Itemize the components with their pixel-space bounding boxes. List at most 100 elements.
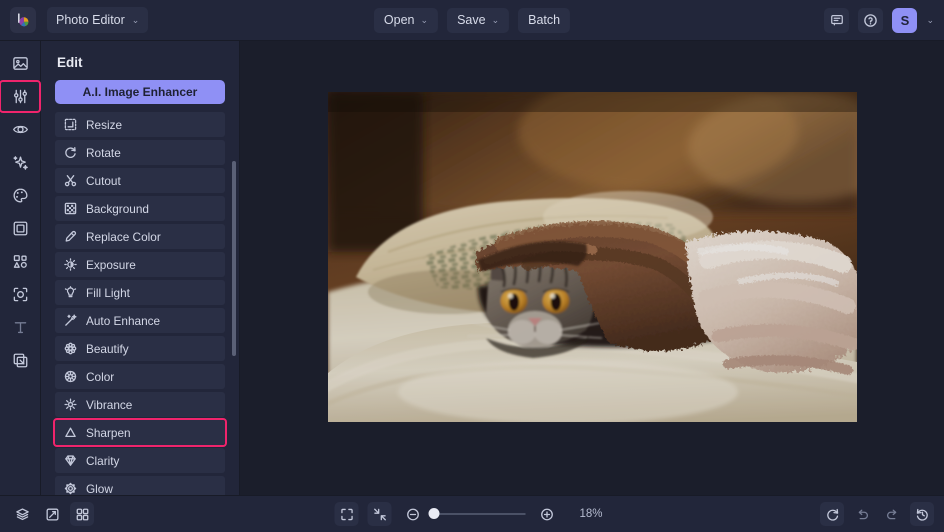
avatar-chevron-down-icon[interactable]: ⌄ — [926, 15, 934, 25]
batch-button-label: Batch — [528, 13, 561, 27]
triangle-icon — [64, 426, 77, 439]
checkerboard-icon — [64, 202, 77, 215]
rail-item-shapes[interactable] — [6, 249, 34, 274]
zoom-slider-handle[interactable] — [428, 508, 440, 519]
history-icon — [916, 508, 928, 521]
sliders-icon — [13, 89, 27, 104]
bottom-toolbar: 18% — [0, 495, 944, 532]
edit-item-color[interactable]: Color — [55, 364, 225, 389]
crop-focus-icon — [13, 287, 27, 302]
palette-icon — [13, 188, 27, 203]
eyedropper-icon — [64, 230, 77, 243]
text-icon — [14, 322, 26, 334]
save-button[interactable]: Save ⌄ — [447, 7, 510, 33]
edit-tool-list: Resize Rotate Cutout Background Replace … — [41, 112, 239, 495]
edit-item-label: Cutout — [86, 173, 121, 188]
top-toolbar: Photo Editor ⌄ Open ⌄ Save ⌄ Batch S ⌄ — [0, 0, 944, 41]
rail-item-frame[interactable] — [6, 216, 34, 241]
diamond-icon — [64, 454, 77, 467]
edit-item-label: Background — [86, 201, 149, 216]
help-button[interactable] — [858, 7, 884, 33]
reset-button[interactable] — [820, 502, 844, 526]
photo-canvas[interactable] — [327, 92, 857, 422]
avatar[interactable]: S — [892, 7, 918, 33]
rail-item-photo[interactable] — [6, 51, 34, 76]
open-button[interactable]: Open ⌄ — [373, 7, 439, 33]
undo-icon — [858, 509, 868, 519]
edit-item-rotate[interactable]: Rotate — [55, 140, 225, 165]
grid-icon — [76, 508, 88, 520]
rail-item-color[interactable] — [6, 183, 34, 208]
edit-item-label: Beautify — [86, 341, 129, 356]
color-wheel-logo-icon — [17, 12, 28, 26]
sparkle-icon — [12, 156, 28, 170]
rail-item-retouch[interactable] — [6, 117, 34, 142]
flower-icon — [64, 342, 77, 355]
top-right-tools: S ⌄ — [824, 7, 934, 33]
panel-title: Edit — [57, 55, 83, 70]
app-logo[interactable] — [10, 7, 36, 33]
frame-icon — [13, 221, 27, 236]
edit-item-exposure[interactable]: Exposure — [55, 252, 225, 277]
image-icon — [12, 57, 28, 70]
rail-item-adjust[interactable] — [0, 80, 41, 113]
grid-view-button[interactable] — [70, 502, 94, 526]
redo-icon — [886, 509, 896, 519]
compare-button[interactable] — [40, 502, 64, 526]
zoom-level-label: 18% — [579, 508, 603, 520]
chevron-down-icon: ⌄ — [420, 14, 429, 25]
expand-corners-icon — [340, 508, 353, 520]
edit-item-resize[interactable]: Resize — [55, 112, 225, 137]
rail-item-effects[interactable] — [6, 150, 34, 175]
canvas-area — [240, 41, 944, 495]
edit-item-clarity[interactable]: Clarity — [55, 448, 225, 473]
chat-bubble-icon — [831, 15, 843, 26]
edit-item-vibrance[interactable]: Vibrance — [55, 392, 225, 417]
edit-item-label: Color — [86, 369, 115, 384]
refresh-icon — [826, 508, 838, 521]
edit-list-scrollbar[interactable] — [232, 161, 236, 356]
zoom-out-button[interactable] — [401, 502, 425, 526]
batch-button[interactable]: Batch — [518, 7, 571, 33]
edit-item-label: Sharpen — [86, 425, 131, 440]
question-mark-circle-icon — [864, 13, 878, 27]
edit-item-sharpen[interactable]: Sharpen — [53, 418, 227, 447]
history-button[interactable] — [910, 502, 934, 526]
photo-editor-app: Photo Editor ⌄ Open ⌄ Save ⌄ Batch S ⌄ E… — [0, 0, 944, 532]
fit-screen-button[interactable] — [334, 502, 359, 526]
zoom-slider[interactable] — [428, 508, 526, 519]
main-body: Edit A.I. Image Enhancer Resize Rotate C… — [0, 41, 944, 495]
edit-panel: Edit A.I. Image Enhancer Resize Rotate C… — [41, 41, 240, 495]
edit-item-cutout[interactable]: Cutout — [55, 168, 225, 193]
layers-button[interactable] — [10, 502, 34, 526]
minus-circle-icon — [406, 508, 419, 520]
tool-rail — [0, 41, 41, 495]
edit-item-glow[interactable]: Glow — [55, 476, 225, 495]
edit-item-label: Rotate — [86, 145, 121, 160]
rotate-icon — [64, 146, 77, 159]
feedback-button[interactable] — [824, 7, 850, 33]
zoom-in-button[interactable] — [535, 502, 559, 526]
bottom-left-tools — [10, 502, 94, 526]
redo-button[interactable] — [880, 502, 904, 526]
app-switcher[interactable]: Photo Editor ⌄ — [47, 7, 149, 33]
edit-item-replace-color[interactable]: Replace Color — [55, 224, 225, 249]
shapes-icon — [13, 255, 27, 268]
rail-item-layers[interactable] — [6, 348, 34, 373]
edit-item-label: Auto Enhance — [86, 313, 161, 328]
compare-icon — [45, 507, 58, 520]
scissors-icon — [64, 174, 77, 187]
rail-item-text[interactable] — [6, 315, 34, 340]
edit-item-auto-enhance[interactable]: Auto Enhance — [55, 308, 225, 333]
edit-item-beautify[interactable]: Beautify — [55, 336, 225, 361]
sun-icon — [64, 258, 77, 271]
edit-item-fill-light[interactable]: Fill Light — [55, 280, 225, 305]
edit-item-label: Glow — [86, 481, 113, 496]
undo-button[interactable] — [850, 502, 874, 526]
actual-size-button[interactable] — [367, 502, 392, 526]
ai-image-enhancer-button[interactable]: A.I. Image Enhancer — [55, 80, 225, 104]
edit-item-background[interactable]: Background — [55, 196, 225, 221]
app-switcher-label: Photo Editor — [56, 13, 125, 27]
zoom-controls: 18% — [334, 502, 610, 526]
rail-item-crop[interactable] — [6, 282, 34, 307]
